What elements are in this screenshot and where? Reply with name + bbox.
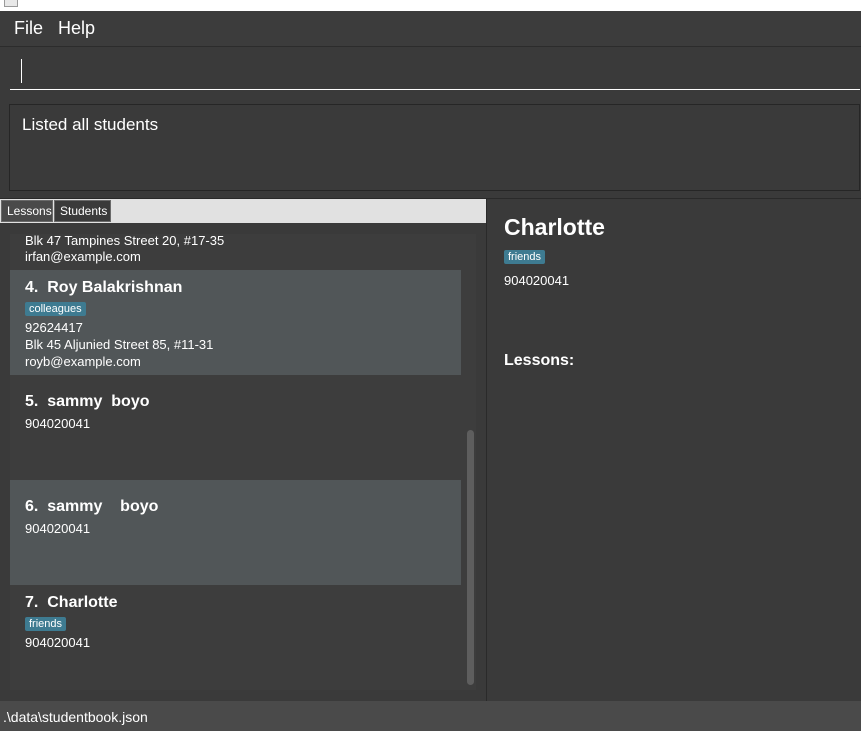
tab-students[interactable]: Students: [54, 200, 111, 222]
detail-lessons-label: Lessons:: [504, 352, 575, 369]
student-phone: 904020041: [25, 416, 91, 431]
detail-phone: 904020041: [504, 273, 570, 288]
student-title: 4. Roy Balakrishnan: [25, 279, 183, 296]
menu-help[interactable]: Help: [58, 18, 95, 39]
menu-bar: File Help: [0, 11, 861, 47]
command-input[interactable]: [10, 55, 860, 90]
menu-file[interactable]: File: [14, 18, 43, 39]
student-address: Blk 45 Aljunied Street 85, #11-31: [25, 337, 214, 352]
student-card-7[interactable]: 7. Charlotte friends 904020041: [10, 585, 461, 690]
tab-header: Lessons Students: [0, 199, 486, 223]
student-title: 5. sammy boyo: [25, 393, 150, 410]
result-text: Listed all students: [22, 115, 159, 134]
student-detail-panel: Charlotte friends 904020041 Lessons:: [487, 198, 861, 702]
command-box: [0, 47, 861, 99]
student-card-3[interactable]: Blk 47 Tampines Street 20, #17-35 irfan@…: [10, 234, 461, 270]
student-phone: 904020041: [25, 635, 91, 650]
student-phone: 92624417: [25, 320, 83, 335]
student-card-5[interactable]: 5. sammy boyo 904020041: [10, 375, 461, 480]
student-tag: friends: [25, 617, 67, 631]
detail-name: Charlotte: [504, 214, 605, 240]
app-icon: [4, 0, 18, 7]
student-email: royb@example.com: [25, 354, 141, 369]
result-display: Listed all students: [9, 104, 860, 191]
text-caret: [21, 59, 22, 83]
scrollbar-thumb[interactable]: [467, 430, 474, 685]
student-title: 6. sammy boyo: [25, 498, 159, 515]
status-bar: .\data\studentbook.json: [0, 701, 861, 731]
tab-lessons[interactable]: Lessons: [1, 200, 53, 222]
student-list[interactable]: Blk 47 Tampines Street 20, #17-35 irfan@…: [10, 234, 476, 690]
student-phone: 904020041: [25, 521, 91, 536]
student-card-4[interactable]: 4. Roy Balakrishnan colleagues 92624417 …: [10, 270, 461, 375]
student-card-6[interactable]: 6. sammy boyo 904020041: [10, 480, 461, 585]
student-email: irfan@example.com: [25, 249, 141, 264]
title-bar: [0, 0, 861, 11]
save-location: .\data\studentbook.json: [3, 709, 148, 725]
student-list-panel: Lessons Students Blk 47 Tampines Street …: [0, 198, 486, 702]
student-tag: colleagues: [25, 302, 86, 316]
student-title: 7. Charlotte: [25, 594, 118, 611]
list-scrollbar[interactable]: [465, 234, 476, 690]
detail-tag: friends: [504, 250, 546, 264]
student-address: Blk 47 Tampines Street 20, #17-35: [25, 234, 225, 248]
